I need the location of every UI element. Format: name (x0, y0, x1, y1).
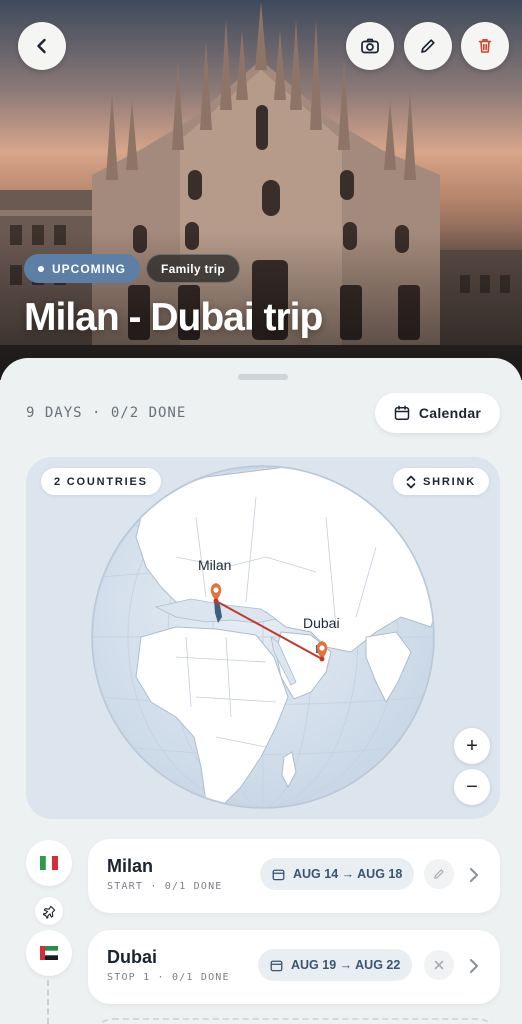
calendar-label: Calendar (418, 405, 482, 421)
back-button[interactable] (18, 22, 66, 70)
trip-sheet: 9 DAYS · 0/2 DONE Calendar Milan Dubai 2… (0, 358, 522, 1024)
map-label-milan: Milan (198, 557, 232, 573)
trip-summary: 9 DAYS · 0/2 DONE (26, 405, 187, 421)
flight-icon (35, 897, 63, 925)
stop-progress: STOP 1 · 0/1 DONE (107, 972, 230, 983)
status-badge-label: UPCOMING (52, 261, 126, 276)
chevron-left-icon (37, 38, 46, 54)
shrink-label: SHRINK (423, 475, 476, 488)
pencil-icon (421, 39, 435, 53)
stop-name: Dubai (107, 947, 158, 967)
globe-map (91, 465, 435, 809)
trip-tag-badge[interactable]: Family trip (146, 254, 240, 283)
trip-badges: UPCOMING Family trip (24, 254, 240, 283)
collapse-chevrons-icon (406, 475, 416, 488)
close-icon (434, 960, 444, 970)
stop-progress: START · 0/1 DONE (107, 881, 223, 892)
stop-dates-label: AUG 19 → AUG 22 (291, 958, 401, 972)
remove-stop-button[interactable] (424, 950, 454, 980)
zoom-in-button[interactable]: + (454, 728, 490, 764)
chevron-right-icon[interactable] (468, 865, 480, 885)
status-badge: UPCOMING (24, 254, 140, 283)
timeline-connector (47, 980, 49, 1024)
stop-name: Milan (107, 856, 154, 876)
zoom-out-button[interactable]: − (454, 769, 490, 805)
shrink-map-button[interactable]: SHRINK (393, 468, 489, 495)
add-photo-button[interactable] (346, 22, 394, 70)
calendar-icon (394, 405, 410, 421)
stop-dates-chip[interactable]: AUG 19 → AUG 22 (258, 949, 413, 981)
italy-flag-icon (26, 840, 72, 886)
edit-trip-button[interactable] (404, 22, 452, 70)
status-dot (38, 265, 44, 272)
countries-count-pill: 2 COUNTRIES (41, 468, 161, 495)
pencil-icon (434, 869, 444, 879)
stop-dates-label: AUG 14 → AUG 18 (293, 867, 403, 881)
trip-map[interactable]: Milan Dubai 2 COUNTRIES SHRINK + − (26, 457, 500, 819)
calendar-icon (270, 960, 283, 971)
stop-card-milan[interactable]: Milan START · 0/1 DONE AUG 14 → AUG 18 (88, 839, 500, 913)
delete-trip-button[interactable] (461, 22, 509, 70)
stop-dates-chip[interactable]: AUG 14 → AUG 18 (260, 858, 415, 890)
drag-handle[interactable] (238, 374, 288, 380)
calendar-button[interactable]: Calendar (375, 393, 500, 433)
map-label-dubai: Dubai (303, 615, 340, 631)
trip-title: Milan - Dubai trip (24, 296, 323, 339)
edit-stop-button[interactable] (424, 859, 454, 889)
uae-flag-icon (26, 930, 72, 976)
add-stop-placeholder[interactable] (93, 1018, 498, 1024)
trash-icon (478, 39, 492, 53)
stop-card-dubai[interactable]: Dubai STOP 1 · 0/1 DONE AUG 19 → AUG 22 (88, 930, 500, 1004)
camera-icon (361, 38, 379, 54)
chevron-right-icon[interactable] (468, 956, 480, 976)
calendar-icon (272, 869, 285, 880)
